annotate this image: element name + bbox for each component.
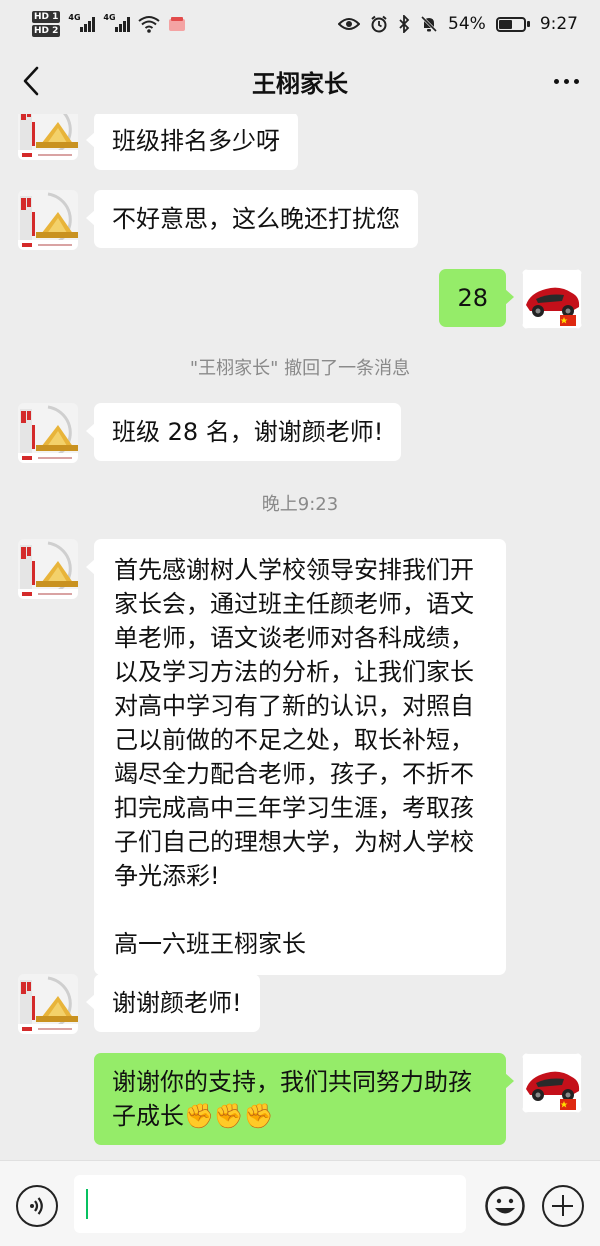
notification-app-icon — [169, 17, 186, 31]
status-left: HD 1 HD 2 4G 4G — [32, 11, 186, 37]
message-input[interactable] — [74, 1175, 466, 1233]
hd-indicators: HD 1 HD 2 — [32, 11, 61, 37]
text-cursor — [86, 1189, 88, 1219]
message-bubble[interactable]: 谢谢颜老师! — [86, 974, 260, 1032]
more-options-button[interactable] — [546, 64, 586, 98]
clock: 9:27 — [539, 14, 578, 34]
bluetooth-icon — [399, 15, 410, 33]
mute-bell-icon — [420, 15, 438, 33]
message-bubble[interactable]: 班级排名多少呀 — [86, 114, 298, 170]
chat-title: 王栩家长 — [252, 69, 348, 98]
my-avatar[interactable] — [522, 1053, 582, 1113]
hd2-badge: HD 2 — [32, 25, 61, 37]
more-dot-icon — [573, 78, 579, 84]
status-right: 54% 9:27 — [338, 14, 578, 34]
chevron-left-icon — [23, 66, 39, 96]
contact-avatar[interactable] — [18, 403, 78, 463]
message-bubble[interactable]: 不好意思，这么晚还打扰您 — [86, 190, 418, 248]
contact-avatar[interactable] — [18, 974, 78, 1034]
wifi-icon — [138, 16, 161, 33]
emoji-button[interactable] — [484, 1185, 526, 1227]
chat-header: 王栩家长 — [0, 48, 600, 114]
input-bar — [0, 1160, 600, 1246]
battery-percent: 54% — [448, 14, 486, 34]
contact-avatar[interactable] — [18, 539, 78, 599]
status-bar: HD 1 HD 2 4G 4G 54% 9:27 — [0, 0, 600, 48]
more-dot-icon — [553, 78, 559, 84]
contact-avatar[interactable] — [18, 114, 78, 160]
message-bubble[interactable]: 首先感谢树人学校领导安排我们开家长会，通过班主任颜老师，语文单老师，语文谈老师对… — [86, 539, 506, 975]
network-type-1: 4G — [68, 13, 81, 22]
recall-notice: "王栩家长" 撤回了一条消息 — [189, 358, 411, 379]
timestamp: 晚上9:23 — [261, 494, 339, 515]
message-bubble[interactable]: 班级 28 名，谢谢颜老师! — [85, 403, 402, 461]
message-bubble[interactable]: 谢谢你的支持，我们共同努力助孩子成长✊✊✊ — [94, 1053, 514, 1145]
signal-1-icon: 4G — [68, 13, 96, 32]
message-list[interactable]: 班级排名多少呀 不好意思，这么晚还打扰您 28 "王栩家长" 撤回了一条消息 班… — [0, 114, 600, 1160]
back-button[interactable] — [14, 64, 48, 98]
network-type-2: 4G — [103, 13, 116, 22]
message-bubble[interactable]: 28 — [439, 269, 514, 327]
battery-icon — [495, 16, 530, 32]
hd1-badge: HD 1 — [32, 11, 61, 23]
my-avatar[interactable] — [522, 269, 582, 329]
eye-icon — [338, 18, 361, 30]
voice-input-button[interactable] — [16, 1185, 58, 1227]
more-functions-button[interactable] — [542, 1185, 584, 1227]
voice-icon — [30, 1197, 43, 1215]
alarm-icon — [371, 15, 387, 33]
more-dot-icon — [563, 78, 569, 84]
contact-avatar[interactable] — [18, 190, 78, 250]
signal-2-icon: 4G — [103, 13, 131, 32]
